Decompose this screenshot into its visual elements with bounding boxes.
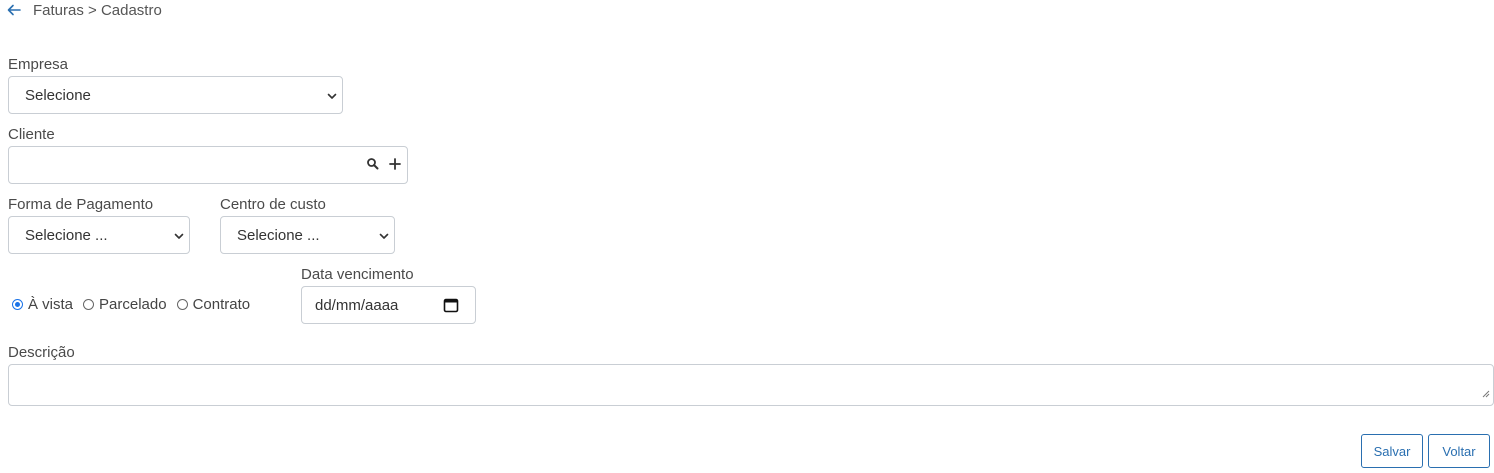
chevron-down-icon [173, 229, 185, 241]
radio-a-vista-label: À vista [28, 296, 74, 313]
radio-parcelado[interactable]: Parcelado [83, 296, 167, 313]
arrow-left-icon[interactable] [6, 2, 22, 18]
search-icon[interactable] [366, 157, 380, 175]
radio-parcelado-button[interactable] [83, 299, 95, 310]
radio-contrato[interactable]: Contrato [176, 296, 251, 313]
cliente-input[interactable] [8, 146, 408, 184]
radio-a-vista[interactable]: À vista [12, 296, 73, 313]
empresa-select[interactable]: Selecione [8, 76, 343, 114]
payment-type-radio-group: À vista Parcelado Contrato [12, 296, 260, 313]
data-vencimento-label: Data vencimento [301, 266, 414, 283]
centro-custo-label: Centro de custo [220, 196, 326, 213]
plus-icon[interactable] [388, 157, 402, 175]
radio-a-vista-button[interactable] [12, 299, 23, 310]
forma-pagamento-label: Forma de Pagamento [8, 196, 154, 213]
resize-handle-icon[interactable] [1482, 385, 1490, 402]
radio-parcelado-label: Parcelado [99, 296, 167, 313]
chevron-down-icon [326, 89, 338, 101]
save-button[interactable]: Salvar [1361, 434, 1423, 468]
breadcrumb: Faturas > Cadastro [33, 2, 162, 19]
radio-contrato-button[interactable] [176, 299, 188, 310]
forma-pagamento-value: Selecione ... [25, 226, 108, 244]
chevron-down-icon [378, 229, 390, 241]
forma-pagamento-select[interactable]: Selecione ... [8, 216, 190, 254]
radio-contrato-label: Contrato [192, 296, 251, 313]
data-vencimento-input[interactable]: dd/mm/aaaa [301, 286, 476, 324]
back-button[interactable]: Voltar [1428, 434, 1490, 468]
date-placeholder: dd/mm/aaaa [315, 297, 399, 314]
descricao-textarea[interactable] [8, 364, 1494, 406]
empresa-select-value: Selecione [25, 86, 91, 104]
centro-custo-select[interactable]: Selecione ... [220, 216, 395, 254]
empresa-label: Empresa [8, 56, 69, 73]
centro-custo-value: Selecione ... [237, 226, 320, 244]
calendar-icon[interactable] [443, 297, 459, 317]
cliente-label: Cliente [8, 126, 55, 143]
descricao-label: Descrição [8, 344, 75, 361]
